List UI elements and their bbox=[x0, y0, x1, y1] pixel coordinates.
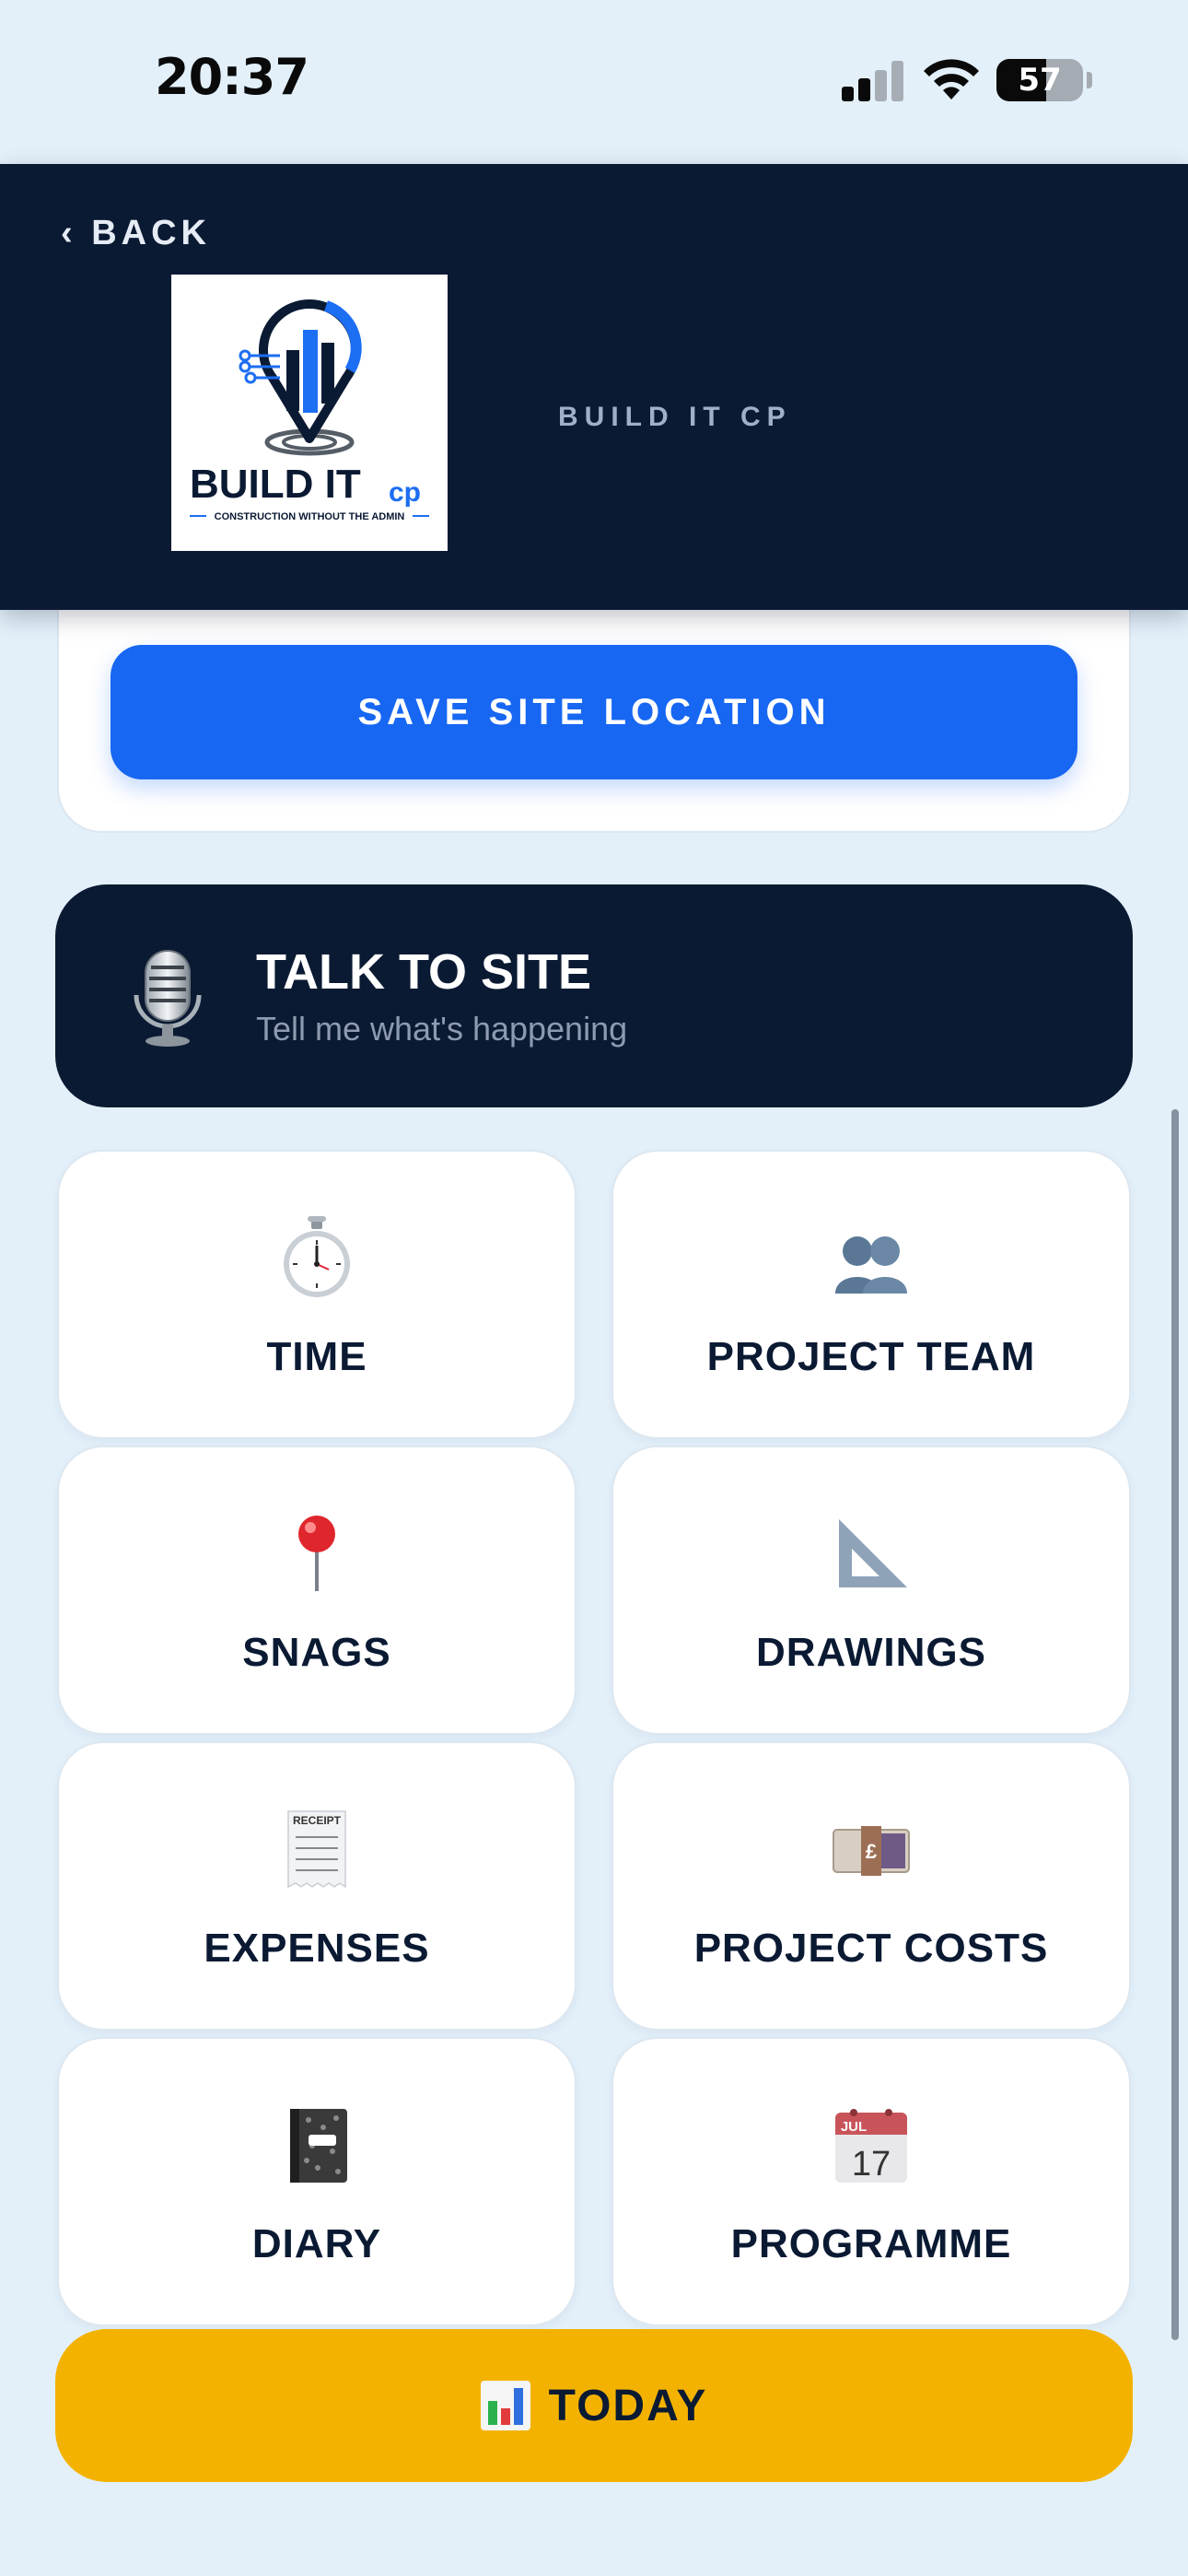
talk-subtitle: Tell me what's happening bbox=[256, 1010, 628, 1048]
logo-mark-icon: BUILD IT cp CONSTRUCTION WITHOUT THE ADM… bbox=[190, 299, 429, 522]
tile-label: PROGRAMME bbox=[730, 2221, 1012, 2266]
battery-tip bbox=[1087, 72, 1092, 88]
tile-label: EXPENSES bbox=[204, 1926, 430, 1971]
svg-text:£: £ bbox=[866, 1840, 878, 1863]
tile-diary[interactable]: DIARY bbox=[57, 2037, 577, 2326]
battery-level: 57 bbox=[1018, 62, 1062, 99]
battery-icon: 57 bbox=[996, 59, 1083, 101]
svg-text:JUL: JUL bbox=[841, 2119, 867, 2135]
app-header: ‹ BACK BUILD IT cp CONSTRUCTION WITHOUT … bbox=[0, 164, 1188, 610]
cellular-signal-icon bbox=[842, 61, 906, 101]
tile-label: DIARY bbox=[251, 2221, 382, 2266]
tile-drawings[interactable]: DRAWINGS bbox=[611, 1446, 1131, 1735]
today-label: TODAY bbox=[548, 2381, 708, 2430]
tile-project-costs[interactable]: £ PROJECT COSTS bbox=[611, 1741, 1131, 2031]
talk-title: TALK TO SITE bbox=[256, 944, 591, 1000]
back-button[interactable]: ‹ BACK bbox=[61, 214, 211, 253]
company-name: BUILD IT CP bbox=[558, 402, 792, 432]
save-site-location-button[interactable]: SAVE SITE LOCATION bbox=[111, 645, 1077, 779]
svg-text:cp: cp bbox=[389, 477, 421, 508]
tile-expenses[interactable]: RECEIPT EXPENSES bbox=[57, 1741, 577, 2031]
calendar-icon: JUL 17 bbox=[835, 2109, 907, 2184]
people-icon bbox=[835, 1236, 907, 1294]
svg-text:17: 17 bbox=[852, 2145, 891, 2184]
tile-project-team[interactable]: PROJECT TEAM bbox=[611, 1150, 1131, 1439]
tile-time[interactable]: TIME bbox=[57, 1150, 577, 1439]
stopwatch-icon bbox=[284, 1216, 350, 1297]
bar-chart-icon bbox=[480, 2381, 530, 2430]
status-bar: 20:37 57 bbox=[0, 0, 1188, 164]
receipt-icon: RECEIPT bbox=[287, 1810, 346, 1889]
notebook-icon bbox=[290, 2109, 347, 2183]
talk-to-site-button[interactable]: TALK TO SITE Tell me what's happening bbox=[55, 884, 1133, 1107]
banknote-icon: £ bbox=[833, 1826, 910, 1876]
pushpin-icon bbox=[298, 1516, 335, 1591]
scrollbar[interactable] bbox=[1171, 1109, 1179, 2340]
tile-snags[interactable]: SNAGS bbox=[57, 1446, 577, 1735]
today-button[interactable]: TODAY bbox=[55, 2329, 1133, 2482]
company-logo: BUILD IT cp CONSTRUCTION WITHOUT THE ADM… bbox=[171, 275, 448, 551]
tile-label: PROJECT COSTS bbox=[693, 1926, 1049, 1971]
microphone-icon bbox=[134, 950, 202, 1047]
svg-text:BUILD IT: BUILD IT bbox=[190, 462, 361, 507]
tile-label: PROJECT TEAM bbox=[706, 1334, 1036, 1379]
svg-text:RECEIPT: RECEIPT bbox=[293, 1814, 342, 1827]
set-square-icon bbox=[839, 1519, 907, 1587]
tile-label: DRAWINGS bbox=[756, 1630, 986, 1675]
tile-label: TIME bbox=[266, 1334, 367, 1379]
tile-label: SNAGS bbox=[242, 1630, 391, 1675]
status-time: 20:37 bbox=[155, 48, 309, 106]
wifi-icon bbox=[924, 59, 979, 100]
svg-text:CONSTRUCTION WITHOUT THE ADMIN: CONSTRUCTION WITHOUT THE ADMIN bbox=[215, 511, 405, 522]
tile-programme[interactable]: JUL 17 PROGRAMME bbox=[611, 2037, 1131, 2326]
